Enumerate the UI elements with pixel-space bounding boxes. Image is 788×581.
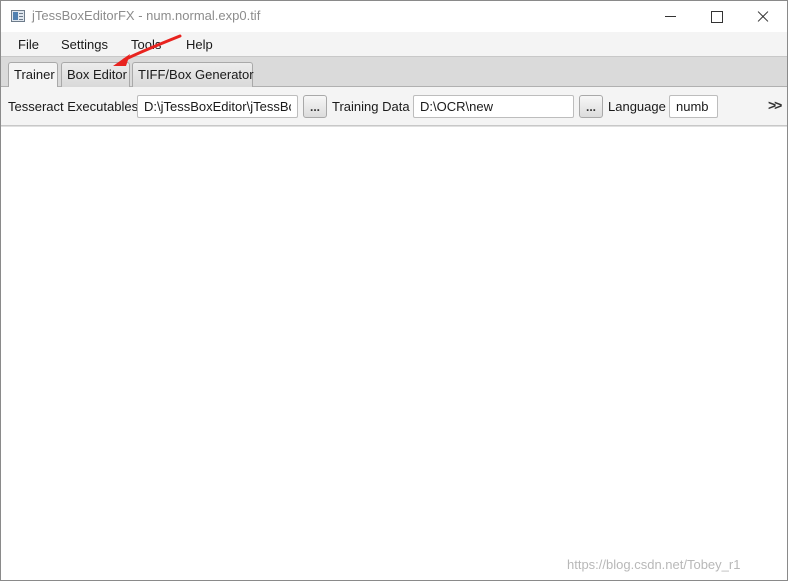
trainer-toolbar: Tesseract Executables ... Training Data … [1, 87, 787, 126]
close-icon[interactable] [739, 1, 785, 32]
toolbar-overflow-icon[interactable]: >> [768, 97, 782, 113]
tesseract-executables-label: Tesseract Executables [8, 99, 139, 114]
tesseract-browse-button[interactable]: ... [303, 95, 327, 118]
language-input[interactable] [669, 95, 718, 118]
menu-file[interactable]: File [18, 37, 39, 52]
tab-bar: Trainer Box Editor TIFF/Box Generator [1, 57, 787, 88]
app-window: jTessBoxEditorFX - num.normal.exp0.tif F… [0, 0, 788, 581]
training-data-input[interactable] [413, 95, 574, 118]
trainer-content-area [1, 126, 787, 580]
menu-bar: File Settings Tools Help [1, 32, 787, 57]
training-data-label: Training Data [332, 99, 410, 114]
title-bar[interactable]: jTessBoxEditorFX - num.normal.exp0.tif [1, 1, 787, 32]
menu-tools[interactable]: Tools [131, 37, 161, 52]
window-title: jTessBoxEditorFX - num.normal.exp0.tif [32, 8, 261, 23]
language-label: Language [608, 99, 666, 114]
tab-box-editor[interactable]: Box Editor [61, 62, 130, 87]
training-data-browse-button[interactable]: ... [579, 95, 603, 118]
menu-help[interactable]: Help [186, 37, 213, 52]
tab-trainer[interactable]: Trainer [8, 62, 58, 88]
tab-tiff-box-generator[interactable]: TIFF/Box Generator [132, 62, 254, 87]
minimize-icon[interactable] [647, 1, 693, 32]
maximize-icon[interactable] [693, 1, 739, 32]
tesseract-executables-input[interactable] [137, 95, 298, 118]
watermark: https://blog.csdn.net/Tobey_r1 [567, 557, 741, 572]
menu-settings[interactable]: Settings [61, 37, 108, 52]
app-icon [11, 10, 25, 22]
